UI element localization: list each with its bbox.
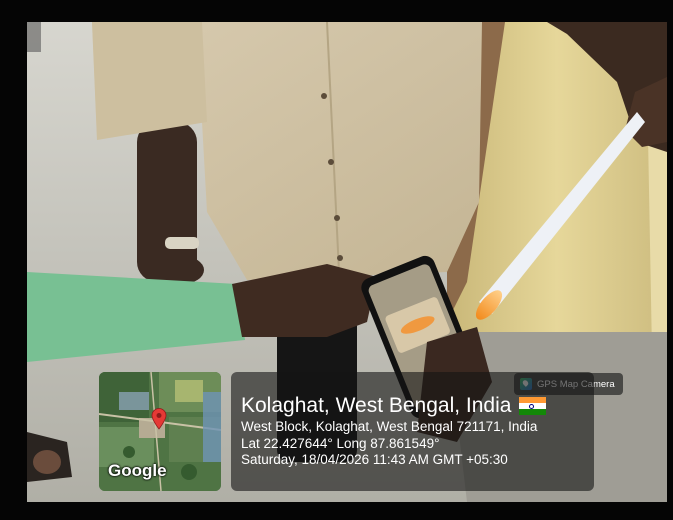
location-address: West Block, Kolaghat, West Bengal 721171… — [241, 419, 538, 434]
location-title: Kolaghat, West Bengal, India — [241, 394, 512, 417]
bracelet — [165, 237, 199, 249]
location-panel: Kolaghat, West Bengal, India West Block,… — [231, 372, 594, 491]
india-flag-icon — [519, 397, 547, 415]
photo-frame: GPS Map Camera Google Kolaghat, West Ben… — [0, 0, 673, 520]
map-pin-icon — [151, 408, 167, 430]
shirt-sleeve — [92, 22, 207, 140]
map-attribution: Google — [108, 461, 167, 480]
hand — [160, 256, 204, 284]
location-datetime: Saturday, 18/04/2026 11:43 AM GMT +05:30 — [241, 452, 508, 467]
location-title-row: Kolaghat, West Bengal, India — [241, 393, 584, 419]
map-thumbnail[interactable]: Google — [99, 372, 221, 491]
location-coordinates: Lat 22.427644° Long 87.861549° — [241, 435, 440, 451]
